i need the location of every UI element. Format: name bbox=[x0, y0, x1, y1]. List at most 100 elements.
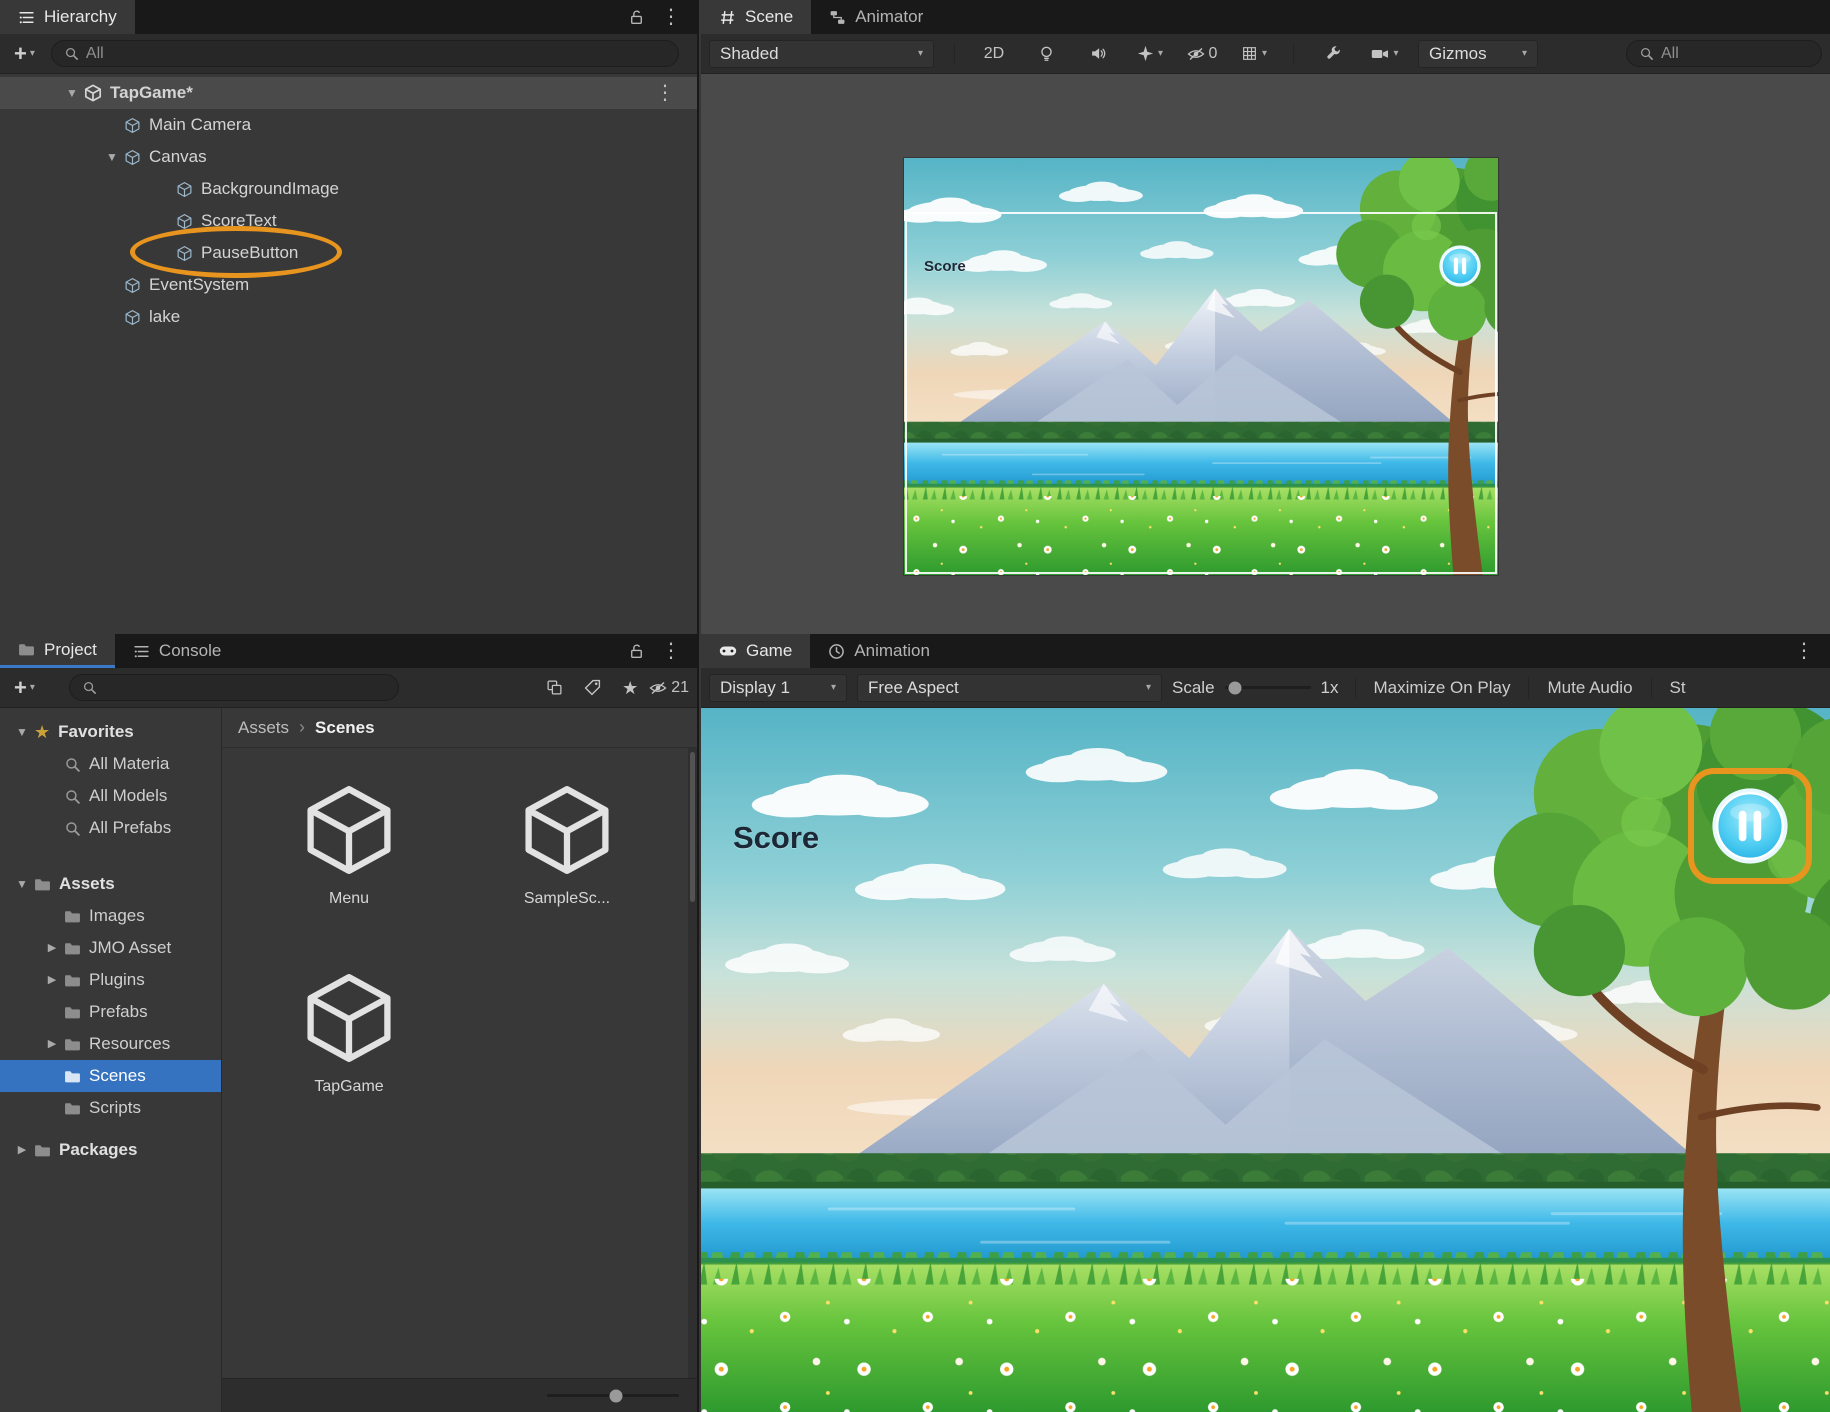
tree-item-resources[interactable]: ▶ Resources bbox=[0, 1028, 221, 1060]
grid-settings-button[interactable]: ▾ bbox=[1235, 40, 1273, 68]
project-search-input[interactable] bbox=[68, 674, 399, 701]
scene-camera-settings-button[interactable]: ▾ bbox=[1366, 40, 1404, 68]
kebab-menu-icon[interactable]: ⋮ bbox=[1794, 641, 1814, 661]
hierarchy-item-pausebutton[interactable]: PauseButton bbox=[0, 237, 697, 269]
display-dropdown[interactable]: Display 1 ▾ bbox=[709, 673, 847, 702]
scene-canvas-preview[interactable]: Score bbox=[904, 158, 1498, 575]
kebab-menu-icon[interactable]: ⋮ bbox=[655, 83, 675, 103]
gizmos-dropdown[interactable]: Gizmos ▾ bbox=[1418, 39, 1538, 68]
tab-console[interactable]: Console bbox=[115, 634, 239, 668]
tree-item-all-models[interactable]: All Models bbox=[0, 780, 221, 812]
create-object-button[interactable]: + ▾ bbox=[8, 40, 41, 68]
chevron-down-icon: ▾ bbox=[1157, 48, 1164, 59]
kebab-menu-icon[interactable]: ⋮ bbox=[661, 7, 681, 27]
scene-effects-button[interactable]: ▾ bbox=[1131, 40, 1169, 68]
foldout-down-icon[interactable]: ▼ bbox=[60, 87, 84, 99]
tree-item-favorites[interactable]: ▼ ★ Favorites bbox=[0, 716, 221, 748]
tab-animator[interactable]: Animator bbox=[811, 0, 941, 34]
asset-samplescene[interactable]: SampleSc... bbox=[492, 782, 642, 908]
tree-item-assets[interactable]: ▼ Assets bbox=[0, 868, 221, 900]
aspect-ratio-dropdown[interactable]: Free Aspect ▾ bbox=[857, 673, 1162, 702]
tab-hierarchy[interactable]: Hierarchy bbox=[0, 0, 135, 34]
tree-item-scripts[interactable]: Scripts bbox=[0, 1092, 221, 1124]
chevron-down-icon: ▾ bbox=[1261, 48, 1268, 59]
save-search-button[interactable]: ★ bbox=[611, 674, 649, 702]
slider-thumb[interactable] bbox=[609, 1389, 623, 1402]
hierarchy-item-canvas[interactable]: ▼ Canvas bbox=[0, 141, 697, 173]
tree-item-prefabs[interactable]: Prefabs bbox=[0, 996, 221, 1028]
hierarchy-item-main-camera[interactable]: Main Camera bbox=[0, 109, 697, 141]
unity-scene-file-icon bbox=[519, 782, 615, 878]
create-asset-button[interactable]: + ▾ bbox=[8, 674, 41, 702]
scene-tabbar: Scene Animator bbox=[701, 0, 1830, 34]
pause-button[interactable] bbox=[1710, 786, 1790, 866]
tab-animation[interactable]: Animation bbox=[810, 634, 948, 668]
game-tab-controls: ⋮ bbox=[1794, 634, 1830, 668]
gizmos-label: Gizmos bbox=[1429, 43, 1487, 63]
maximize-on-play-button[interactable]: Maximize On Play bbox=[1362, 674, 1523, 702]
scale-slider[interactable] bbox=[1224, 681, 1311, 694]
hidden-count-button[interactable]: 21 bbox=[649, 674, 689, 702]
gameobject-cube-icon bbox=[124, 309, 141, 326]
shading-mode-dropdown[interactable]: Shaded ▾ bbox=[709, 39, 934, 68]
gameobject-cube-icon bbox=[124, 149, 141, 166]
mute-audio-button[interactable]: Mute Audio bbox=[1535, 674, 1644, 702]
foldout-down-icon[interactable]: ▼ bbox=[10, 726, 34, 738]
hierarchy-search-input[interactable]: All bbox=[50, 40, 679, 67]
scene-icon bbox=[719, 9, 736, 26]
stats-button[interactable]: St bbox=[1658, 674, 1698, 702]
vertical-scrollbar[interactable] bbox=[688, 748, 697, 1378]
breadcrumb-scenes[interactable]: Scenes bbox=[315, 718, 375, 738]
hierarchy-item-eventsystem[interactable]: EventSystem bbox=[0, 269, 697, 301]
scene-audio-button[interactable] bbox=[1079, 40, 1117, 68]
hierarchy-item-backgroundimage[interactable]: BackgroundImage bbox=[0, 173, 697, 205]
foldout-right-icon[interactable]: ▶ bbox=[40, 942, 64, 954]
scene-search-input[interactable]: All bbox=[1626, 40, 1822, 67]
lock-icon[interactable] bbox=[628, 643, 645, 660]
breadcrumb-assets[interactable]: Assets bbox=[238, 718, 289, 738]
gamepad-icon bbox=[719, 642, 737, 660]
tree-item-packages[interactable]: ▶ Packages bbox=[0, 1134, 221, 1166]
scene-hidden-objects-button[interactable]: 0 bbox=[1183, 40, 1221, 68]
component-tools-button[interactable] bbox=[1314, 40, 1352, 68]
search-icon bbox=[64, 788, 81, 805]
speaker-icon bbox=[1090, 45, 1107, 62]
project-footer bbox=[222, 1378, 697, 1412]
scene-viewport[interactable]: Score bbox=[701, 74, 1830, 634]
scrollbar-thumb[interactable] bbox=[690, 752, 695, 902]
asset-menu-scene[interactable]: Menu bbox=[274, 782, 424, 908]
foldout-down-icon[interactable]: ▼ bbox=[10, 878, 34, 890]
tree-item-images[interactable]: Images bbox=[0, 900, 221, 932]
game-viewport[interactable]: Score bbox=[701, 708, 1830, 1412]
scene-lighting-button[interactable] bbox=[1027, 40, 1065, 68]
search-by-label-button[interactable] bbox=[573, 674, 611, 702]
tree-item-all-prefabs[interactable]: All Prefabs bbox=[0, 812, 221, 844]
tab-game[interactable]: Game bbox=[701, 634, 811, 668]
2d-toggle-button[interactable]: 2D bbox=[975, 40, 1013, 68]
kebab-menu-icon[interactable]: ⋮ bbox=[661, 641, 681, 661]
asset-tapgame-scene[interactable]: TapGame bbox=[274, 970, 424, 1096]
divider bbox=[1293, 42, 1294, 65]
hierarchy-item-lake[interactable]: lake bbox=[0, 301, 697, 333]
slider-thumb[interactable] bbox=[1228, 681, 1242, 694]
tree-item-jmo-asset[interactable]: ▶ JMO Asset bbox=[0, 932, 221, 964]
gameobject-cube-icon bbox=[124, 117, 141, 134]
tree-item-all-materials[interactable]: All Materia bbox=[0, 748, 221, 780]
pause-button[interactable] bbox=[1438, 244, 1482, 288]
foldout-right-icon[interactable]: ▶ bbox=[40, 974, 64, 986]
tab-scene[interactable]: Scene bbox=[701, 0, 812, 34]
thumbnail-zoom-slider[interactable] bbox=[547, 1389, 679, 1402]
project-folder-tree: ▼ ★ Favorites All Materia All Models All… bbox=[0, 708, 222, 1412]
search-by-type-button[interactable] bbox=[535, 674, 573, 702]
foldout-down-icon[interactable]: ▼ bbox=[100, 151, 124, 163]
tree-item-scenes[interactable]: Scenes bbox=[0, 1060, 221, 1092]
foldout-right-icon[interactable]: ▶ bbox=[10, 1144, 34, 1156]
foldout-right-icon[interactable]: ▶ bbox=[40, 1038, 64, 1050]
tree-item-plugins[interactable]: ▶ Plugins bbox=[0, 964, 221, 996]
hierarchy-item-scoretext[interactable]: ScoreText bbox=[0, 205, 697, 237]
clock-icon bbox=[828, 643, 845, 660]
lock-icon[interactable] bbox=[628, 9, 645, 26]
divider bbox=[1528, 676, 1530, 699]
hierarchy-item-scene-root[interactable]: ▼ TapGame* ⋮ bbox=[0, 77, 697, 109]
tab-project[interactable]: Project bbox=[0, 634, 115, 668]
